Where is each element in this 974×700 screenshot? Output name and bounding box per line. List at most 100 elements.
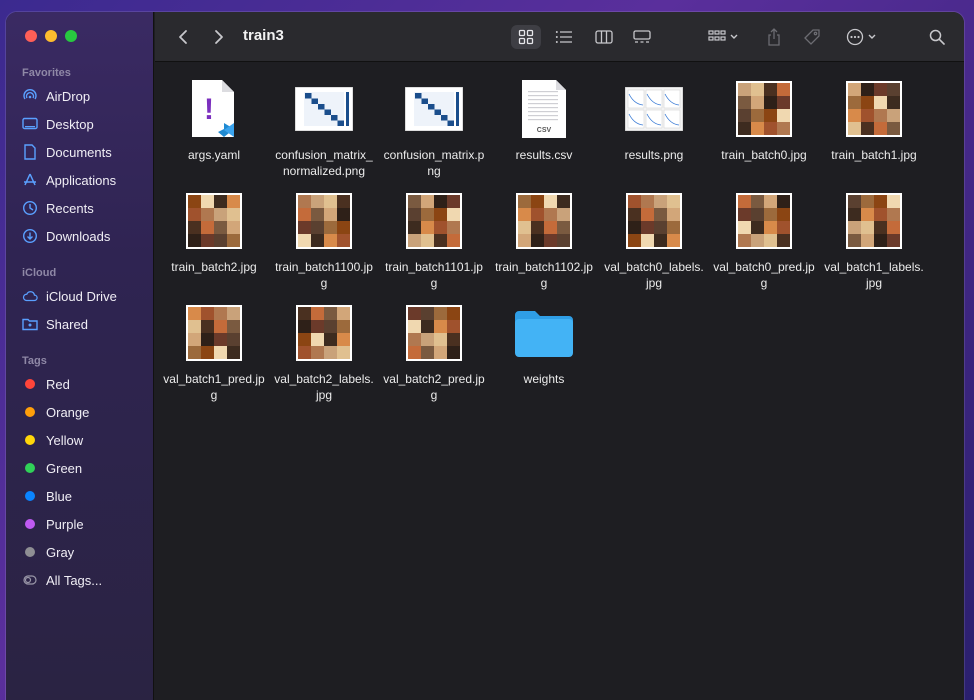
file-item[interactable]: train_batch1101.jpg <box>379 189 489 291</box>
sidebar-all-tags[interactable]: All Tags... <box>22 569 102 591</box>
yaml-file-icon: ! <box>192 80 234 137</box>
file-name-label: train_batch2.jpg <box>171 260 257 274</box>
file-item[interactable]: confusion_matrix.png <box>379 77 489 179</box>
file-name-label: train_batch1101.jpg <box>385 260 483 290</box>
sidebar-tag-orange[interactable]: Orange <box>22 401 89 423</box>
svg-text:CSV: CSV <box>537 127 552 134</box>
file-item[interactable]: train_batch1.jpg <box>819 77 929 163</box>
image-thumbnail <box>186 193 242 249</box>
back-button[interactable] <box>173 25 193 49</box>
finder-window: Favorites AirDrop Desktop Documents Appl… <box>6 12 964 700</box>
search-button[interactable] <box>925 25 949 49</box>
file-name-label: results.csv <box>515 148 573 162</box>
icon-view-button[interactable] <box>511 25 541 49</box>
sidebar-item-label: Applications <box>46 172 117 188</box>
file-item[interactable]: train_batch2.jpg <box>159 189 269 275</box>
shared-folder-icon <box>22 317 38 331</box>
ellipsis-circle-icon <box>846 28 864 46</box>
image-thumbnail <box>846 81 902 137</box>
maximize-button[interactable] <box>65 30 77 42</box>
share-icon <box>768 28 780 46</box>
sidebar-item-label: Red <box>46 376 70 392</box>
list-view-button[interactable] <box>549 25 579 49</box>
sidebar-tag-blue[interactable]: Blue <box>22 485 72 507</box>
share-button[interactable] <box>761 25 787 49</box>
image-thumbnail <box>846 193 902 249</box>
file-item[interactable]: val_batch0_pred.jpg <box>709 189 819 291</box>
file-item[interactable]: ! args.yaml <box>159 77 269 163</box>
close-button[interactable] <box>25 30 37 42</box>
tag-icon <box>804 29 820 45</box>
sidebar-tag-green[interactable]: Green <box>22 457 82 479</box>
file-name-label: train_batch1.jpg <box>831 148 917 162</box>
sidebar-item-shared[interactable]: Shared <box>22 313 88 335</box>
file-item[interactable]: train_batch0.jpg <box>709 77 819 163</box>
sidebar-item-label: Downloads <box>46 228 111 244</box>
more-actions-button[interactable] <box>841 25 881 49</box>
file-item[interactable]: train_batch1100.jpg <box>269 189 379 291</box>
purple-tag-dot-icon <box>25 519 35 529</box>
sidebar-item-downloads[interactable]: Downloads <box>22 225 110 247</box>
gallery-icon <box>633 30 651 43</box>
minimize-button[interactable] <box>45 30 57 42</box>
window-title: train3 <box>243 27 284 44</box>
red-tag-dot-icon <box>25 379 35 389</box>
sidebar-item-label: Desktop <box>46 116 94 132</box>
sidebar-item-documents[interactable]: Documents <box>22 141 112 163</box>
file-item[interactable]: val_batch2_pred.jpg <box>379 301 489 403</box>
file-item[interactable]: confusion_matrix_normalized.png <box>269 77 379 179</box>
file-name-label: val_batch1_pred.jpg <box>163 372 265 402</box>
group-by-button[interactable] <box>703 25 743 49</box>
file-item[interactable]: results.png <box>599 77 709 163</box>
file-name-label: confusion_matrix.png <box>383 148 485 178</box>
file-item[interactable]: CSV results.csv <box>489 77 599 163</box>
gray-tag-dot-icon <box>25 547 35 557</box>
sidebar-tag-yellow[interactable]: Yellow <box>22 429 83 451</box>
sidebar-item-recents[interactable]: Recents <box>22 197 94 219</box>
results-plot-thumbnail <box>625 87 683 131</box>
file-item[interactable]: val_batch2_labels.jpg <box>269 301 379 403</box>
orange-tag-dot-icon <box>25 407 35 417</box>
sidebar-item-applications[interactable]: Applications <box>22 169 116 191</box>
file-name-label: confusion_matrix_normalized.png <box>275 148 373 178</box>
sidebar-tag-purple[interactable]: Purple <box>22 513 84 535</box>
file-name-label: train_batch1100.jpg <box>275 260 373 290</box>
folder-item[interactable]: weights <box>489 301 599 387</box>
sidebar-item-airdrop[interactable]: AirDrop <box>22 85 90 107</box>
columns-icon <box>595 30 613 44</box>
sidebar-item-desktop[interactable]: Desktop <box>22 113 94 135</box>
file-name-label: results.png <box>624 148 684 162</box>
file-name-label: args.yaml <box>187 148 240 162</box>
file-item[interactable]: val_batch1_pred.jpg <box>159 301 269 403</box>
image-thumbnail <box>516 193 572 249</box>
file-name-label: val_batch0_labels.jpg <box>604 260 704 290</box>
file-name-label: train_batch0.jpg <box>721 148 807 162</box>
sidebar-item-label: Blue <box>46 488 73 504</box>
window-controls <box>25 30 77 42</box>
gallery-view-button[interactable] <box>627 25 657 49</box>
chevron-down-icon <box>868 34 876 39</box>
applications-icon <box>22 172 38 188</box>
sidebar-tag-gray[interactable]: Gray <box>22 541 74 563</box>
file-name-label: weights <box>523 372 565 386</box>
sidebar: Favorites AirDrop Desktop Documents Appl… <box>6 12 154 700</box>
image-thumbnail <box>186 305 242 361</box>
tag-button[interactable] <box>799 25 825 49</box>
file-item[interactable]: val_batch0_labels.jpg <box>599 189 709 291</box>
forward-button[interactable] <box>209 25 229 49</box>
column-view-button[interactable] <box>589 25 619 49</box>
desktop-icon <box>22 117 38 131</box>
sidebar-item-label: iCloud Drive <box>46 288 117 304</box>
list-icon <box>555 31 572 43</box>
chevron-left-icon <box>179 30 187 44</box>
sidebar-item-label: AirDrop <box>46 88 91 104</box>
image-thumbnail <box>406 193 462 249</box>
sidebar-item-label: Purple <box>46 516 84 532</box>
sidebar-tag-red[interactable]: Red <box>22 373 70 395</box>
clock-icon <box>22 200 38 216</box>
file-item[interactable]: val_batch1_labels.jpg <box>819 189 929 291</box>
file-item[interactable]: train_batch1102.jpg <box>489 189 599 291</box>
sidebar-item-icloud-drive[interactable]: iCloud Drive <box>22 285 117 307</box>
sidebar-item-label: Recents <box>46 200 94 216</box>
document-icon <box>22 144 38 160</box>
